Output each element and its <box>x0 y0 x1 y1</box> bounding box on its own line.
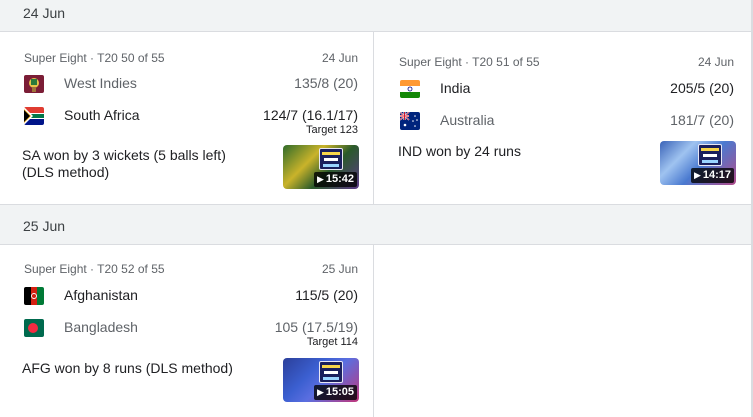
team-name: Australia <box>440 112 495 128</box>
match-number: T20 50 of 55 <box>97 51 165 65</box>
india-flag-icon <box>400 80 420 98</box>
team-score: 135/8 (20) <box>294 75 358 91</box>
result-line: IND won by 24 runs <box>398 143 521 159</box>
video-duration: ▶ 14:17 <box>690 168 734 183</box>
highlights-video-thumbnail[interactable]: ▶ 14:17 <box>660 141 736 185</box>
card-divider <box>373 245 374 417</box>
team-name: South Africa <box>64 107 140 123</box>
team-score: 124/7 (16.1/17) <box>263 107 358 123</box>
team-name: India <box>440 80 471 96</box>
date-header-25-jun: 25 Jun <box>0 204 751 245</box>
team-name: Afghanistan <box>64 287 138 303</box>
date-header-24-jun: 24 Jun <box>0 0 751 32</box>
series-label: Super Eight <box>24 262 87 276</box>
highlights-badge-icon <box>319 361 343 383</box>
match-meta: Super Eight · T20 52 of 55 <box>24 262 165 276</box>
play-icon: ▶ <box>693 170 701 180</box>
team-score: 181/7 (20) <box>670 112 734 128</box>
team-row-west-indies: West Indies 135/8 (20) <box>24 73 358 95</box>
team-score: 205/5 (20) <box>670 80 734 96</box>
match-result: IND won by 24 runs <box>398 143 648 160</box>
match-result: AFG won by 8 runs (DLS method) <box>22 360 272 377</box>
match-meta: Super Eight · T20 50 of 55 <box>24 51 165 65</box>
meta-separator: · <box>86 51 98 65</box>
date-header-label: 24 Jun <box>23 5 66 21</box>
video-duration: ▶ 15:42 <box>313 172 357 187</box>
highlights-video-thumbnail[interactable]: ▶ 15:05 <box>283 358 359 402</box>
highlights-badge-icon <box>698 144 722 166</box>
result-line: (DLS method) <box>22 164 110 180</box>
series-label: Super Eight <box>399 55 462 69</box>
video-duration: ▶ 15:05 <box>313 385 357 400</box>
bangladesh-flag-icon <box>24 319 44 337</box>
match-number: T20 52 of 55 <box>97 262 165 276</box>
australia-flag-icon <box>400 112 420 130</box>
team-row-australia: Australia 181/7 (20) <box>400 110 734 132</box>
south-africa-flag-icon <box>24 107 44 125</box>
match-result: SA won by 3 wickets (5 balls left) (DLS … <box>22 147 272 181</box>
match-meta: Super Eight · T20 51 of 55 <box>399 55 540 69</box>
date-header-label: 25 Jun <box>23 218 66 234</box>
meta-separator: · <box>461 55 473 69</box>
match-card-ind-aus[interactable]: Super Eight · T20 51 of 55 24 Jun India … <box>374 33 751 204</box>
match-date: 24 Jun <box>321 51 358 65</box>
team-name: Bangladesh <box>64 319 138 335</box>
team-name: West Indies <box>64 75 137 91</box>
result-line: SA won by 3 wickets (5 balls left) <box>22 147 226 163</box>
match-number: T20 51 of 55 <box>472 55 540 69</box>
match-card-afg-ban[interactable]: Super Eight · T20 52 of 55 25 Jun Afghan… <box>0 246 373 417</box>
match-date: 24 Jun <box>697 55 734 69</box>
result-line: AFG won by 8 runs (DLS method) <box>22 360 233 376</box>
duration-text: 15:05 <box>325 386 354 398</box>
team-row-afghanistan: Afghanistan 115/5 (20) <box>24 285 358 307</box>
match-date: 25 Jun <box>321 262 358 276</box>
highlights-video-thumbnail[interactable]: ▶ 15:42 <box>283 145 359 189</box>
play-icon: ▶ <box>316 174 324 184</box>
target-label: Target 114 <box>306 336 358 348</box>
series-label: Super Eight <box>24 51 87 65</box>
duration-text: 14:17 <box>702 169 731 181</box>
west-indies-flag-icon <box>24 75 44 93</box>
team-score: 115/5 (20) <box>295 287 358 303</box>
duration-text: 15:42 <box>325 173 354 185</box>
afghanistan-flag-icon <box>24 287 44 305</box>
match-card-wi-sa[interactable]: Super Eight · T20 50 of 55 24 Jun West I… <box>0 33 373 204</box>
target-label: Target 123 <box>306 124 358 136</box>
highlights-badge-icon <box>319 148 343 170</box>
team-row-india: India 205/5 (20) <box>400 78 734 100</box>
meta-separator: · <box>86 262 98 276</box>
team-score: 105 (17.5/19) <box>274 319 358 335</box>
play-icon: ▶ <box>316 387 324 397</box>
